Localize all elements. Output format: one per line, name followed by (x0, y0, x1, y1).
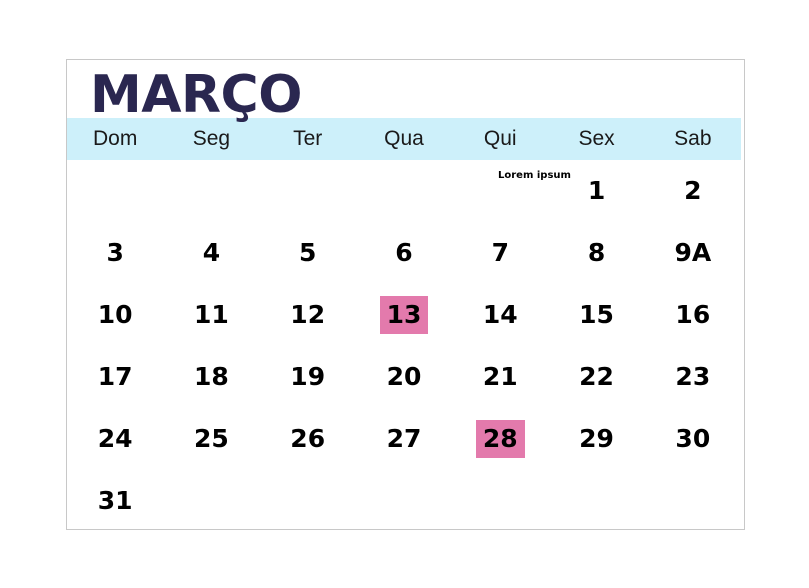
calendar-day-cell[interactable]: 8 (548, 222, 644, 284)
day-number: 15 (579, 300, 614, 329)
calendar-day-cell-highlighted[interactable]: 28 (452, 408, 548, 470)
calendar-day-cell[interactable]: 17 (67, 346, 163, 408)
calendar-day-cell[interactable] (452, 160, 548, 222)
calendar-day-cell[interactable]: 24 (67, 408, 163, 470)
day-number: 22 (579, 362, 614, 391)
day-number: 28 (475, 420, 525, 458)
day-number: 18 (194, 362, 229, 391)
weekday-header-qua: Qua (384, 127, 424, 150)
calendar-week-row: 1 2 (67, 160, 741, 222)
day-number: 24 (97, 424, 133, 453)
day-number: 8 (587, 238, 606, 267)
weekday-header-dom: Dom (92, 127, 138, 150)
calendar-day-cell[interactable]: 29 (548, 408, 644, 470)
weekday-header-sab: Sab (674, 127, 712, 150)
calendar-day-cell[interactable]: 30 (645, 408, 741, 470)
day-number: 25 (194, 424, 229, 453)
calendar-day-cell[interactable]: 19 (260, 346, 356, 408)
calendar-day-cell[interactable]: 18 (163, 346, 259, 408)
day-number: 9A (674, 238, 712, 267)
calendar-day-cell[interactable] (163, 470, 259, 532)
day-number: 7 (491, 238, 509, 267)
calendar-day-cell[interactable] (548, 470, 644, 532)
calendar-week-row: 17 18 19 20 21 22 23 (67, 346, 741, 408)
day-number: 4 (202, 238, 221, 267)
calendar-day-cell[interactable]: 4 (163, 222, 259, 284)
day-number: 11 (194, 300, 229, 329)
calendar-day-cell[interactable]: 5 (260, 222, 356, 284)
calendar-month-title: MARÇO (90, 65, 302, 125)
calendar-frame: MARÇO Dom Seg Ter Qua Qui Sex Sab 1 2 3 … (66, 59, 745, 530)
day-number: 12 (290, 300, 326, 329)
day-number: 23 (675, 362, 711, 391)
calendar-day-cell[interactable] (67, 160, 163, 222)
day-number: 26 (290, 424, 326, 453)
calendar-day-cell[interactable]: 3 (67, 222, 163, 284)
calendar-day-cell[interactable]: 7 (452, 222, 548, 284)
calendar-weeks-area: 1 2 3 4 5 6 7 8 9A 10 11 12 13 14 15 16 … (67, 160, 744, 532)
calendar-day-cell[interactable]: 22 (548, 346, 644, 408)
calendar-day-cell[interactable] (452, 470, 548, 532)
weekday-header-sex: Sex (578, 127, 615, 150)
calendar-day-cell[interactable]: 1 (548, 160, 644, 222)
calendar-day-cell[interactable]: 11 (163, 284, 259, 346)
calendar-week-row: 24 25 26 27 28 29 30 (67, 408, 741, 470)
calendar-day-cell[interactable] (163, 160, 259, 222)
day-number: 3 (106, 238, 124, 267)
day-number: 2 (684, 176, 702, 205)
calendar-week-row: 3 4 5 6 7 8 9A (67, 222, 741, 284)
day-number: 16 (675, 300, 711, 329)
day-number: 13 (379, 296, 429, 334)
day-number: 30 (675, 424, 711, 453)
calendar-day-cell[interactable] (356, 160, 452, 222)
day-number: 29 (579, 424, 614, 453)
calendar-day-cell[interactable] (260, 160, 356, 222)
calendar-day-cell-highlighted[interactable]: 13 (356, 284, 452, 346)
day-number: 31 (97, 486, 133, 515)
calendar-day-cell[interactable] (645, 470, 741, 532)
day-number: 14 (482, 300, 518, 329)
calendar-day-cell[interactable]: 21 (452, 346, 548, 408)
day-number: 20 (386, 362, 422, 391)
weekday-header-seg: Seg (192, 127, 231, 150)
day-number: 19 (290, 362, 326, 391)
calendar-day-cell[interactable]: 20 (356, 346, 452, 408)
day-number: 10 (97, 300, 133, 329)
day-number: 27 (386, 424, 422, 453)
weekday-header-ter: Ter (293, 127, 323, 150)
calendar-day-cell[interactable]: 15 (548, 284, 644, 346)
calendar-day-cell[interactable]: 2 (645, 160, 741, 222)
calendar-day-cell[interactable]: 10 (67, 284, 163, 346)
calendar-day-cell[interactable]: 25 (163, 408, 259, 470)
calendar-day-cell[interactable]: 27 (356, 408, 452, 470)
calendar-week-row: 10 11 12 13 14 15 16 (67, 284, 741, 346)
calendar-day-cell[interactable]: 6 (356, 222, 452, 284)
calendar-day-cell[interactable]: 23 (645, 346, 741, 408)
calendar-day-cell[interactable]: 14 (452, 284, 548, 346)
calendar-day-cell[interactable] (260, 470, 356, 532)
day-number: 6 (395, 238, 413, 267)
calendar-day-cell[interactable]: 9A (645, 222, 741, 284)
calendar-day-cell[interactable]: 12 (260, 284, 356, 346)
day-number: 21 (482, 362, 518, 391)
day-number: 1 (587, 176, 606, 205)
weekday-header-qui: Qui (483, 127, 517, 150)
calendar-day-cell[interactable]: 31 (67, 470, 163, 532)
calendar-week-row: 31 (67, 470, 741, 532)
day-number: 5 (299, 238, 317, 267)
day-number: 17 (97, 362, 133, 391)
calendar-day-cell[interactable] (356, 470, 452, 532)
calendar-day-cell[interactable]: 26 (260, 408, 356, 470)
calendar-day-cell[interactable]: 16 (645, 284, 741, 346)
